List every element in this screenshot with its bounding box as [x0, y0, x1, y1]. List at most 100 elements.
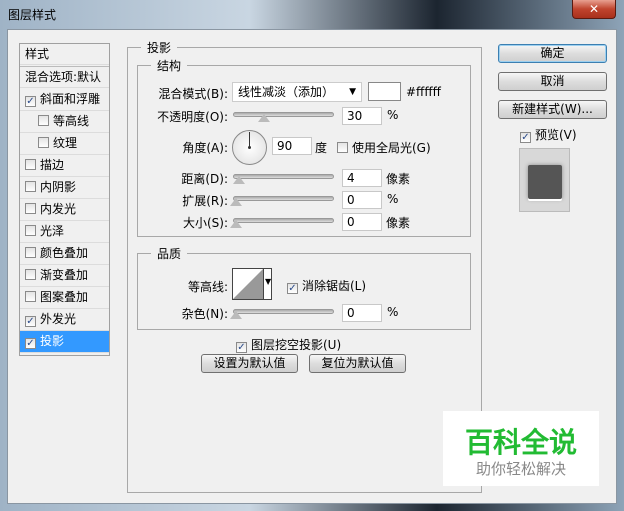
- style-item[interactable]: ✓ 外发光: [20, 309, 109, 331]
- distance-slider[interactable]: [233, 174, 334, 179]
- size-label: 大小(S):: [182, 216, 228, 230]
- styles-header[interactable]: 样式: [20, 44, 109, 65]
- structure-title: 结构: [151, 57, 188, 74]
- size-unit: 像素: [386, 216, 411, 230]
- spread-slider[interactable]: [233, 196, 334, 201]
- noise-label: 杂色(N):: [181, 307, 228, 321]
- spread-unit: %: [387, 192, 399, 206]
- cancel-button[interactable]: 取消: [498, 72, 607, 91]
- spread-input[interactable]: 0: [342, 191, 382, 209]
- checkbox-icon[interactable]: [25, 181, 36, 192]
- style-item-label: 图案叠加: [40, 290, 89, 304]
- opacity-input[interactable]: 30: [342, 107, 382, 125]
- watermark-title: 百科全说: [464, 426, 577, 459]
- ok-button[interactable]: 确定: [498, 44, 607, 63]
- style-item[interactable]: 颜色叠加: [20, 243, 109, 265]
- style-item-label: 光泽: [40, 224, 65, 238]
- checkbox-icon[interactable]: [25, 159, 36, 170]
- angle-unit: 度: [315, 141, 328, 155]
- opacity-slider[interactable]: [233, 112, 334, 117]
- checkbox-icon[interactable]: [38, 137, 49, 148]
- contour-preview-icon: [233, 269, 263, 299]
- style-item[interactable]: 等高线: [20, 111, 109, 133]
- contour-label: 等高线:: [187, 280, 228, 294]
- style-item-label: 投影: [40, 334, 65, 348]
- opacity-slider-thumb[interactable]: [258, 114, 270, 122]
- style-item-label: 渐变叠加: [40, 268, 89, 282]
- knockout-checkbox[interactable]: ✓ 图层挖空投影(U): [236, 336, 341, 353]
- styles-list: 样式 混合选项:默认 ✓ 斜面和浮雕等高线纹理描边内阴影内发光光泽颜色叠加渐变叠加…: [19, 43, 110, 356]
- angle-dial[interactable]: [232, 130, 267, 165]
- noise-slider[interactable]: [233, 309, 334, 314]
- checkbox-icon: ✓: [520, 132, 531, 143]
- antialias-label: 消除锯齿(L): [302, 279, 367, 293]
- checkbox-icon[interactable]: [38, 115, 49, 126]
- style-item-label: 等高线: [53, 114, 90, 128]
- spread-label: 扩展(R):: [182, 194, 228, 208]
- blend-mode-label: 混合模式(B):: [158, 87, 228, 101]
- global-light-label: 使用全局光(G): [352, 141, 431, 155]
- checkbox-icon[interactable]: ✓: [25, 338, 36, 349]
- reset-default-button[interactable]: 复位为默认值: [309, 354, 406, 373]
- noise-input[interactable]: 0: [342, 304, 382, 322]
- contour-picker[interactable]: ▼: [232, 268, 272, 300]
- global-light-checkbox[interactable]: 使用全局光(G): [337, 139, 431, 156]
- blend-mode-select[interactable]: 线性减淡（添加） ▼: [232, 82, 362, 102]
- style-item-label: 内阴影: [40, 180, 77, 194]
- style-preview: [519, 148, 570, 212]
- watermark-subtitle: 助你轻松解决: [475, 460, 566, 478]
- set-default-button[interactable]: 设置为默认值: [201, 354, 298, 373]
- checkbox-icon[interactable]: ✓: [25, 316, 36, 327]
- noise-slider-thumb[interactable]: [230, 311, 242, 319]
- style-item[interactable]: 纹理: [20, 133, 109, 155]
- window-title: 图层样式: [8, 8, 57, 22]
- checkbox-icon[interactable]: [25, 269, 36, 280]
- distance-input[interactable]: 4: [342, 169, 382, 187]
- checkbox-icon[interactable]: [25, 291, 36, 302]
- close-button[interactable]: ✕: [572, 0, 616, 19]
- checkbox-icon[interactable]: [25, 247, 36, 258]
- style-item-label: 外发光: [40, 312, 77, 326]
- style-item[interactable]: ✓ 斜面和浮雕: [20, 89, 109, 111]
- style-item[interactable]: ✓ 投影: [20, 331, 109, 353]
- shadow-color-text: #ffffff: [406, 85, 441, 99]
- distance-unit: 像素: [386, 172, 411, 186]
- style-item-label: 纹理: [53, 136, 78, 150]
- distance-label: 距离(D):: [181, 172, 228, 186]
- style-item[interactable]: 内阴影: [20, 177, 109, 199]
- checkbox-icon: [337, 142, 348, 153]
- size-slider-thumb[interactable]: [230, 220, 242, 228]
- knockout-label: 图层挖空投影(U): [251, 338, 342, 352]
- watermark: 百科全说 助你轻松解决: [443, 411, 599, 486]
- style-item[interactable]: 图案叠加: [20, 287, 109, 309]
- blend-options-item[interactable]: 混合选项:默认: [20, 66, 109, 88]
- blend-mode-value: 线性减淡（添加）: [238, 85, 335, 99]
- antialias-checkbox[interactable]: ✓ 消除锯齿(L): [287, 277, 366, 294]
- distance-slider-thumb[interactable]: [233, 176, 245, 184]
- spread-slider-thumb[interactable]: [230, 198, 242, 206]
- checkbox-icon[interactable]: [25, 203, 36, 214]
- style-item-label: 内发光: [40, 202, 77, 216]
- style-item[interactable]: 光泽: [20, 221, 109, 243]
- checkbox-icon: ✓: [236, 342, 247, 353]
- style-item-label: 描边: [40, 158, 65, 172]
- style-item[interactable]: 内发光: [20, 199, 109, 221]
- quality-title: 品质: [151, 245, 188, 262]
- opacity-label: 不透明度(O):: [157, 110, 228, 124]
- size-slider[interactable]: [233, 218, 334, 223]
- chevron-down-icon: ▼: [349, 87, 356, 97]
- style-item[interactable]: 渐变叠加: [20, 265, 109, 287]
- preview-label: 预览(V): [535, 128, 577, 142]
- checkbox-icon[interactable]: [25, 225, 36, 236]
- size-input[interactable]: 0: [342, 213, 382, 231]
- drop-shadow-title: 投影: [141, 39, 178, 56]
- shadow-color-swatch[interactable]: [368, 82, 401, 101]
- noise-unit: %: [387, 305, 399, 319]
- angle-input[interactable]: 90: [272, 137, 312, 155]
- checkbox-icon[interactable]: ✓: [25, 96, 36, 107]
- preview-checkbox[interactable]: ✓ 预览(V): [520, 126, 577, 143]
- opacity-unit: %: [387, 108, 399, 122]
- style-item-label: 颜色叠加: [40, 246, 89, 260]
- style-item[interactable]: 描边: [20, 155, 109, 177]
- new-style-button[interactable]: 新建样式(W)...: [498, 100, 607, 119]
